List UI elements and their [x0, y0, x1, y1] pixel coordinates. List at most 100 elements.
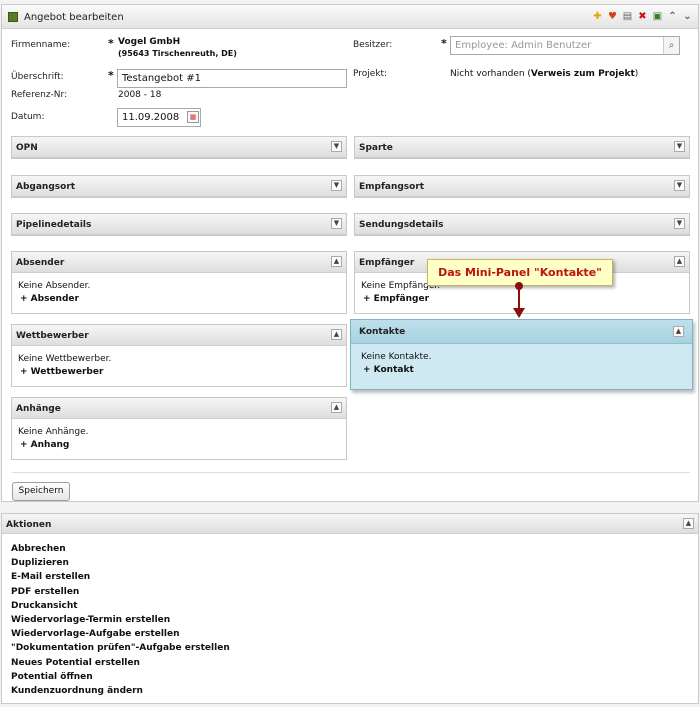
actions-panel: Aktionen ▲ Abbrechen Duplizieren E-Mail er… [1, 513, 699, 704]
chevron-up-icon[interactable]: ▲ [331, 402, 342, 413]
action-item[interactable]: Wiedervorlage-Aufgabe erstellen [11, 627, 230, 641]
actions-header[interactable]: Aktionen ▲ [2, 514, 698, 534]
add-anhang-link[interactable]: + Anhang [18, 439, 340, 452]
projekt-close: ) [634, 69, 639, 79]
add-wettbewerber-link[interactable]: + Wettbewerber [18, 366, 340, 379]
action-item[interactable]: "Dokumentation prüfen"-Aufgabe erstellen [11, 641, 230, 655]
datum-input[interactable]: 11.09.2008 ▦ [117, 108, 201, 127]
panel-header[interactable]: Empfangsort ▼ [355, 176, 689, 197]
projekt-link[interactable]: Verweis zum Projekt [531, 69, 635, 79]
document-icon[interactable]: ▤ [621, 10, 634, 23]
chevron-up-icon[interactable]: ▲ [331, 329, 342, 340]
panel-title: Empfangsort [359, 182, 425, 192]
required-mark: * [108, 37, 114, 50]
panel-sendungsdetails: Sendungsdetails ▼ [354, 213, 690, 236]
panel-title: OPN [16, 143, 38, 153]
chevron-up-icon[interactable]: ▲ [331, 256, 342, 267]
datum-value: 11.09.2008 [122, 112, 180, 123]
add-empfaenger-link[interactable]: + Empfänger [361, 293, 683, 306]
panel-opn: OPN ▼ [11, 136, 347, 159]
divider [12, 472, 690, 473]
save-icon[interactable]: ▣ [651, 10, 664, 23]
callout-arrow-line [518, 286, 520, 310]
besitzer-input[interactable]: Employee: Admin Benutzer ⌕ [450, 36, 680, 55]
panel-title: Sparte [359, 143, 393, 153]
panel-title: Abgangsort [16, 182, 76, 192]
action-item[interactable]: E-Mail erstellen [11, 570, 230, 584]
actions-title: Aktionen [6, 520, 52, 530]
projekt-label: Projekt: [353, 69, 388, 79]
edit-offer-window: Angebot bearbeiten ✚ ♥ ▤ ✖ ▣ ⌃ ⌄ Firmenname: *… [1, 4, 699, 502]
chevron-down-icon[interactable]: ▼ [674, 141, 685, 152]
panel-header[interactable]: Sendungsdetails ▼ [355, 214, 689, 235]
action-item[interactable]: Druckansicht [11, 599, 230, 613]
panel-header[interactable]: OPN ▼ [12, 137, 346, 158]
delete-icon[interactable]: ✖ [636, 10, 649, 23]
panel-anhaenge: Anhänge ▲ Keine Anhänge. + Anhang [11, 397, 347, 460]
company-address: (95643 Tirschenreuth, DE) [118, 49, 237, 58]
action-item[interactable]: Duplizieren [11, 556, 230, 570]
panel-wettbewerber: Wettbewerber ▲ Keine Wettbewerber. + Wettb… [11, 324, 347, 387]
panel-title: Wettbewerber [16, 331, 89, 341]
projekt-status: Nicht vorhanden ( [450, 69, 531, 79]
window-title: Angebot bearbeiten [24, 12, 124, 23]
panel-absender: Absender ▲ Keine Absender. + Absender [11, 251, 347, 314]
panel-empfangsort: Empfangsort ▼ [354, 175, 690, 198]
action-item[interactable]: Potential öffnen [11, 670, 230, 684]
chevron-up-icon[interactable]: ▲ [683, 518, 694, 529]
empty-text: Keine Absender. [18, 281, 91, 291]
panel-header[interactable]: Anhänge ▲ [12, 398, 346, 419]
panel-title: Anhänge [16, 404, 61, 414]
referenz-label: Referenz-Nr: [11, 90, 68, 100]
collapse-icon[interactable]: ⌃ [666, 10, 679, 23]
chevron-up-icon[interactable]: ▲ [674, 256, 685, 267]
besitzer-label: Besitzer: [353, 40, 393, 50]
action-item[interactable]: PDF erstellen [11, 585, 230, 599]
panel-abgangsort: Abgangsort ▼ [11, 175, 347, 198]
add-absender-link[interactable]: + Absender [18, 293, 340, 306]
search-icon[interactable]: ⌕ [663, 37, 679, 54]
chevron-up-icon[interactable]: ▲ [673, 326, 684, 337]
panel-header[interactable]: Pipelinedetails ▼ [12, 214, 346, 235]
chevron-down-icon[interactable]: ▼ [331, 141, 342, 152]
callout-arrow-head [513, 308, 525, 318]
panel-title: Kontakte [359, 327, 406, 337]
required-mark: * [108, 69, 114, 82]
expand-icon[interactable]: ⌄ [681, 10, 694, 23]
panel-header[interactable]: Kontakte ▲ [351, 320, 692, 344]
panel-header[interactable]: Wettbewerber ▲ [12, 325, 346, 346]
window-icon [8, 12, 18, 22]
action-item[interactable]: Neues Potential erstellen [11, 656, 230, 670]
toolbar-icons: ✚ ♥ ▤ ✖ ▣ ⌃ ⌄ [591, 10, 694, 23]
besitzer-placeholder: Employee: Admin Benutzer [455, 40, 592, 51]
panel-title: Empfänger [359, 258, 415, 268]
chevron-down-icon[interactable]: ▼ [331, 218, 342, 229]
firmenname-label: Firmenname: [11, 40, 71, 50]
referenz-value: 2008 - 18 [118, 90, 162, 100]
action-item[interactable]: Abbrechen [11, 542, 230, 556]
company-name-link[interactable]: Vogel GmbH [118, 37, 180, 47]
panel-title: Sendungsdetails [359, 220, 444, 230]
empty-text: Keine Kontakte. [361, 352, 432, 362]
panel-pipelinedetails: Pipelinedetails ▼ [11, 213, 347, 236]
panel-header[interactable]: Sparte ▼ [355, 137, 689, 158]
panel-header[interactable]: Abgangsort ▼ [12, 176, 346, 197]
panel-header[interactable]: Absender ▲ [12, 252, 346, 273]
empty-text: Keine Anhänge. [18, 427, 89, 437]
actions-list: Abbrechen Duplizieren E-Mail erstellen PDF … [11, 542, 230, 698]
ueberschrift-input[interactable]: Testangebot #1 [117, 69, 347, 88]
favorite-icon[interactable]: ♥ [606, 10, 619, 23]
chevron-down-icon[interactable]: ▼ [674, 180, 685, 191]
chevron-down-icon[interactable]: ▼ [331, 180, 342, 191]
action-item[interactable]: Kundenzuordnung ändern [11, 684, 230, 698]
save-button[interactable]: Speichern [12, 482, 70, 501]
required-mark: * [441, 37, 447, 50]
chevron-down-icon[interactable]: ▼ [674, 218, 685, 229]
panel-title: Pipelinedetails [16, 220, 92, 230]
panel-kontakte: Kontakte ▲ Keine Kontakte. + Kontakt [350, 319, 693, 390]
add-icon[interactable]: ✚ [591, 10, 604, 23]
window-titlebar: Angebot bearbeiten ✚ ♥ ▤ ✖ ▣ ⌃ ⌄ [2, 5, 698, 29]
calendar-icon[interactable]: ▦ [187, 111, 199, 123]
add-kontakt-link[interactable]: + Kontakt [361, 364, 686, 377]
action-item[interactable]: Wiedervorlage-Termin erstellen [11, 613, 230, 627]
